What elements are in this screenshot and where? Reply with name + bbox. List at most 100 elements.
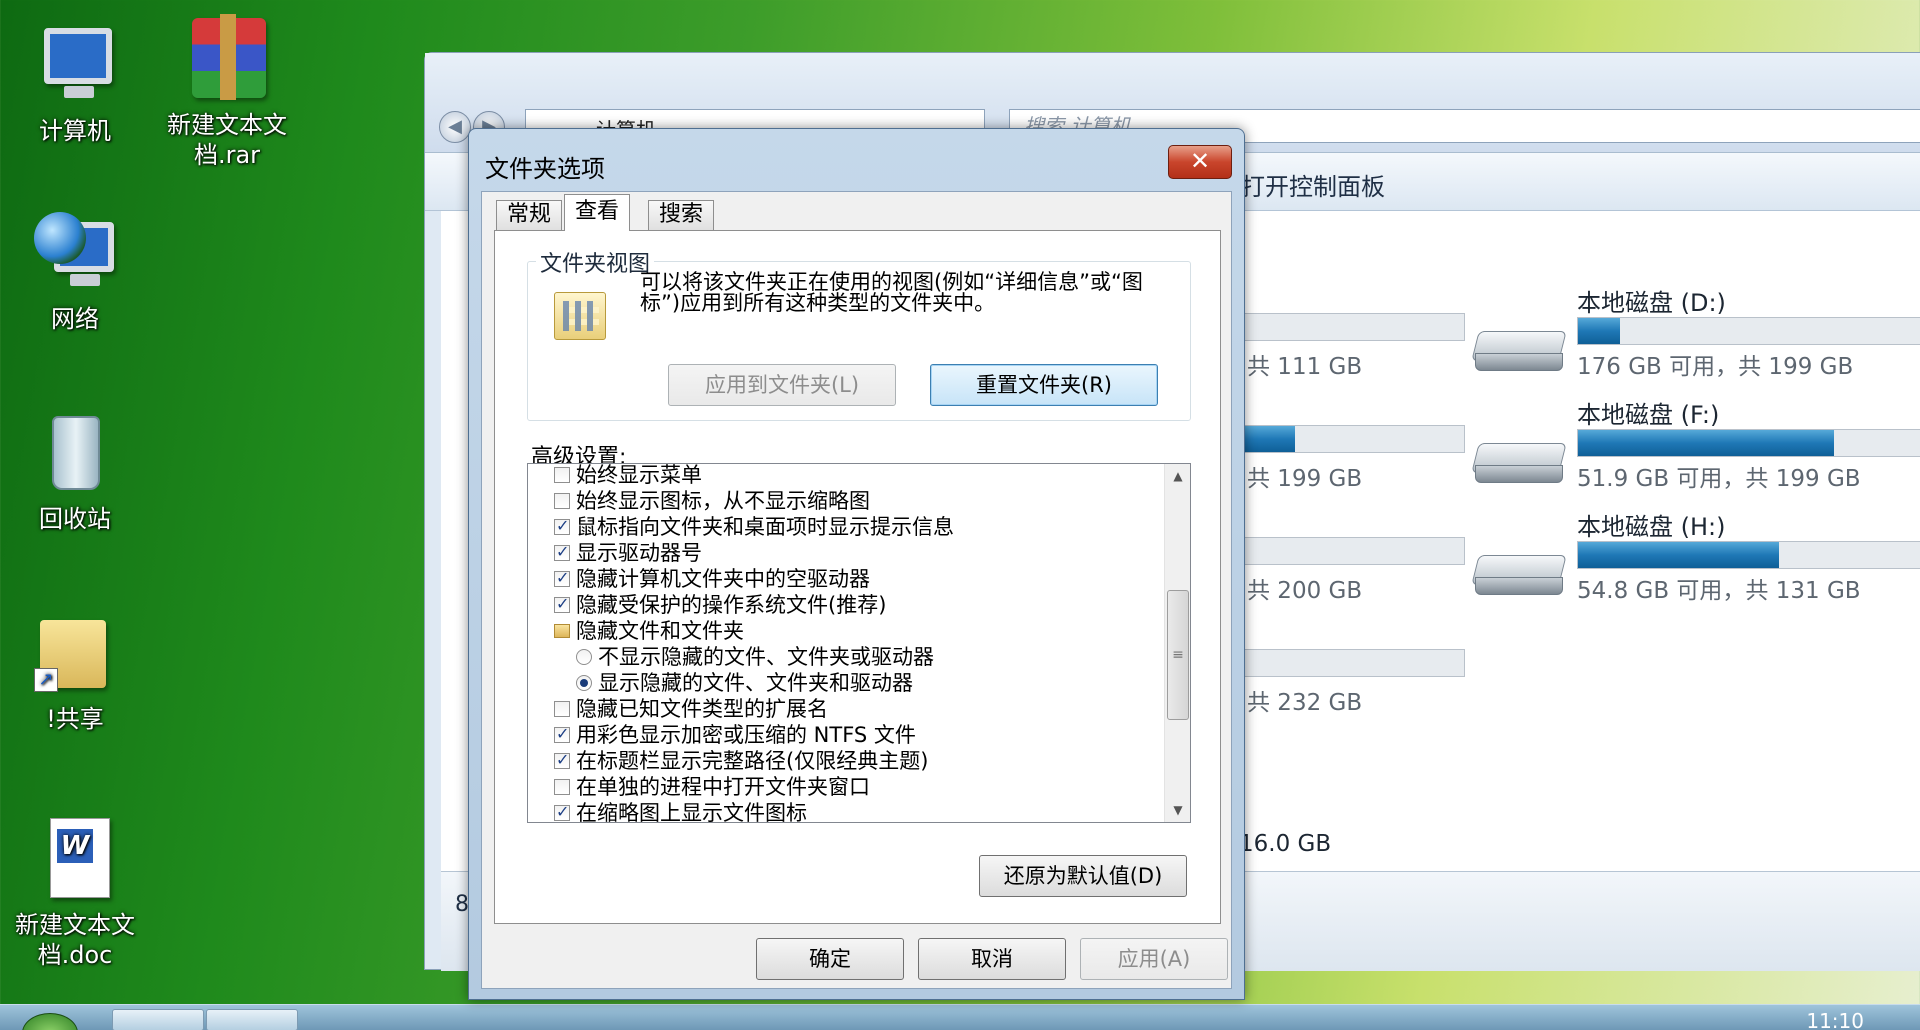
drive-capacity: 共 111 GB [1247,354,1363,380]
folder-view-description: 可以将该文件夹正在使用的视图(例如“详细信息”或“图标”)应用到所有这种类型的文… [640,270,1143,315]
folder-icon [554,624,570,638]
drive-capacity: 176 GB 可用，共 199 GB [1577,354,1854,380]
desktop-icon-doc[interactable]: W 新建文本文档.doc [0,814,150,970]
close-icon: ✕ [1189,147,1211,175]
checkmark-icon: ✓ [556,516,570,535]
desktop-icon-network[interactable]: 网络 [0,208,150,334]
checkmark-icon: ✓ [556,594,570,613]
folder-shortcut-icon: ↗ [30,608,120,698]
checkbox-checked[interactable]: ✓ [554,568,570,587]
drive-usage-fill [1578,318,1620,344]
drive-usage-bar [1577,541,1920,569]
setting-label: 隐藏计算机文件夹中的空驱动器 [576,567,870,591]
checkmark-icon: ✓ [556,750,570,769]
desktop-icon-label: 网络 [51,305,99,333]
desktop-icon-label: 回收站 [39,505,111,533]
drive-usage-fill [1578,430,1835,456]
taskbar-explorer-button[interactable] [112,1009,204,1030]
hard-drive-icon[interactable] [1471,433,1567,489]
checkbox-unchecked[interactable] [554,493,570,509]
checkmark-icon: ✓ [556,542,570,561]
scroll-up-icon[interactable]: ▲ [1165,464,1190,488]
setting-label: 不显示隐藏的文件、文件夹或驱动器 [598,645,934,669]
checkmark-icon: ✓ [556,568,570,587]
scroll-down-icon[interactable]: ▼ [1165,798,1190,822]
drive-name[interactable]: 本地磁盘 (H:) [1577,507,1726,542]
advanced-settings-list[interactable]: 始终显示菜单 始终显示图标，从不显示缩略图 ✓ 鼠标指向文件夹和桌面项时显示提示信息 ✓… [527,463,1191,823]
desktop-icon-label: 计算机 [39,117,111,145]
checkbox-unchecked[interactable] [554,701,570,717]
start-button[interactable] [22,1013,78,1030]
back-icon[interactable]: ◀ [439,111,471,143]
folder-view-group: 文件夹视图 可以将该文件夹正在使用的视图(例如“详细信息”或“图标”)应用到所有… [527,246,1191,421]
hard-drive-icon[interactable] [1471,321,1567,377]
checkbox-unchecked[interactable] [554,467,570,483]
folder-options-dialog: 文件夹选项 ✕ 常规 查看 搜索 文件夹视图 可以将该文件夹正在使用的视图(例如… [468,128,1245,1000]
drive-capacity: 共 199 GB [1247,466,1363,492]
setting-label: 鼠标指向文件夹和桌面项时显示提示信息 [576,515,954,539]
ok-button[interactable]: 确定 [756,938,904,980]
tab-view[interactable]: 查看 [564,194,631,231]
checkmark-icon: ✓ [556,724,570,743]
desktop-icon-share[interactable]: ↗ !共享 [0,608,150,734]
dialog-title: 文件夹选项 [485,155,605,183]
cancel-button[interactable]: 取消 [918,938,1066,980]
radio-dot-icon [580,679,588,687]
setting-label: 在标题栏显示完整路径(仅限经典主题) [576,749,929,773]
network-icon [30,208,120,298]
desktop-icon-computer[interactable]: 计算机 [0,20,150,146]
recycle-bin-icon [30,408,120,498]
checkbox-checked[interactable]: ✓ [554,724,570,743]
folder-view-icon [554,292,606,340]
drive-name[interactable]: 本地磁盘 (D:) [1577,283,1726,318]
setting-label: 在单独的进程中打开文件夹窗口 [576,775,870,799]
reset-folders-button[interactable]: 重置文件夹(R) [930,364,1158,406]
checkbox-checked[interactable]: ✓ [554,542,570,561]
radio-unselected[interactable] [576,649,592,665]
setting-label: 始终显示菜单 [576,463,702,487]
computer-icon [30,20,120,110]
desktop-icon-recycle-bin[interactable]: 回收站 [0,408,150,534]
drive-usage-bar [1577,317,1920,345]
setting-label: 在缩略图上显示文件图标 [576,801,807,823]
restore-defaults-button[interactable]: 还原为默认值(D) [979,855,1187,897]
word-document-icon: W [30,814,120,904]
open-control-panel-button[interactable]: 打开控制面板 [1241,167,1385,202]
checkbox-unchecked[interactable] [554,779,570,795]
checkbox-checked[interactable]: ✓ [554,516,570,535]
drive-capacity: 51.9 GB 可用，共 199 GB [1577,466,1861,492]
setting-label: 始终显示图标，从不显示缩略图 [576,489,870,513]
checkmark-icon: ✓ [556,802,570,821]
extra-drive-size: 16.0 GB [1239,831,1332,857]
tab-general[interactable]: 常规 [496,200,563,230]
drive-usage-fill [1578,542,1779,568]
desktop-icon-label: !共享 [46,705,104,733]
setting-label: 隐藏受保护的操作系统文件(推荐) [576,593,887,617]
drive-usage-bar [1577,429,1920,457]
checkbox-checked[interactable]: ✓ [554,750,570,769]
taskbar-app-button[interactable] [206,1009,298,1030]
setting-label: 显示驱动器号 [576,541,702,565]
close-button[interactable]: ✕ [1168,145,1232,179]
scrollbar-thumb[interactable]: ≡ [1167,590,1189,720]
clock[interactable]: 11:10 [1806,1009,1864,1030]
drive-name[interactable]: 本地磁盘 (F:) [1577,395,1719,430]
setting-label: 显示隐藏的文件、文件夹和驱动器 [598,671,913,695]
scrollbar[interactable]: ▲ ≡ ▼ [1164,464,1190,822]
tab-search[interactable]: 搜索 [648,200,715,230]
setting-label: 隐藏文件和文件夹 [576,619,744,643]
checkbox-checked[interactable]: ✓ [554,594,570,613]
hard-drive-icon[interactable] [1471,545,1567,601]
view-tab-panel: 文件夹视图 可以将该文件夹正在使用的视图(例如“详细信息”或“图标”)应用到所有… [494,230,1221,924]
apply-button[interactable]: 应用(A) [1080,938,1228,980]
folder-view-legend: 文件夹视图 [536,246,655,278]
rar-archive-icon [182,14,272,104]
desktop-icon-label: 新建文本文档.doc [15,911,135,969]
setting-label: 用彩色显示加密或压缩的 NTFS 文件 [576,723,916,747]
desktop-icon-rar[interactable]: 新建文本文档.rar [152,14,302,170]
radio-selected[interactable] [576,675,592,691]
checkbox-checked[interactable]: ✓ [554,802,570,821]
drive-capacity: 54.8 GB 可用，共 131 GB [1577,578,1861,604]
apply-to-folders-button[interactable]: 应用到文件夹(L) [668,364,896,406]
drive-capacity: 共 232 GB [1247,690,1363,716]
